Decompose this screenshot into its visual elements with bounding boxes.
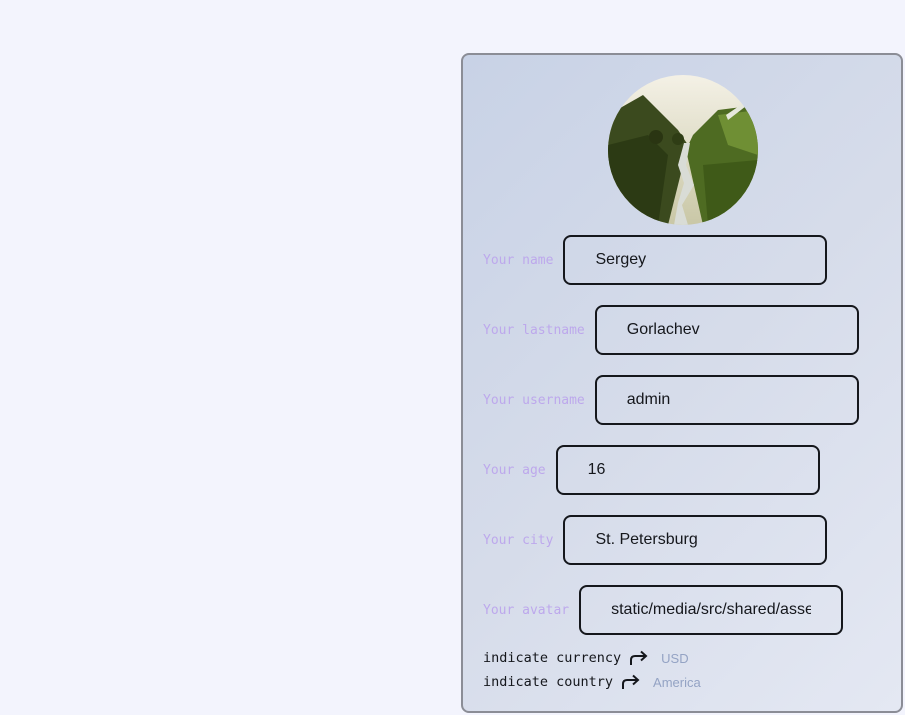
country-label: indicate country — [483, 674, 614, 690]
lastname-input[interactable] — [594, 305, 859, 355]
profile-card: Your name Your lastname Your username Yo… — [461, 53, 903, 713]
lastname-row: Your lastname — [483, 305, 859, 355]
age-input[interactable] — [555, 445, 820, 495]
avatar-image — [608, 75, 758, 225]
age-row: Your age — [483, 445, 820, 495]
city-label: Your city — [483, 532, 554, 548]
username-row: Your username — [483, 375, 859, 425]
name-row: Your name — [483, 235, 828, 285]
currency-value[interactable]: USD — [661, 651, 688, 666]
age-label: Your age — [483, 462, 546, 478]
country-selector[interactable]: indicate country America — [483, 674, 701, 690]
username-input[interactable] — [594, 375, 859, 425]
avatar — [608, 75, 758, 225]
currency-label: indicate currency — [483, 650, 622, 666]
username-label: Your username — [483, 392, 585, 408]
name-label: Your name — [483, 252, 554, 268]
country-value[interactable]: America — [653, 675, 701, 690]
redo-arrow-icon[interactable] — [629, 650, 649, 666]
city-row: Your city — [483, 515, 828, 565]
avatar-label: Your avatar — [483, 602, 570, 618]
name-input[interactable] — [563, 235, 828, 285]
city-input[interactable] — [563, 515, 828, 565]
avatar-row: Your avatar — [483, 585, 844, 635]
currency-selector[interactable]: indicate currency USD — [483, 650, 689, 666]
avatar-url-input[interactable] — [579, 585, 844, 635]
redo-arrow-icon[interactable] — [621, 674, 641, 690]
lastname-label: Your lastname — [483, 322, 585, 338]
